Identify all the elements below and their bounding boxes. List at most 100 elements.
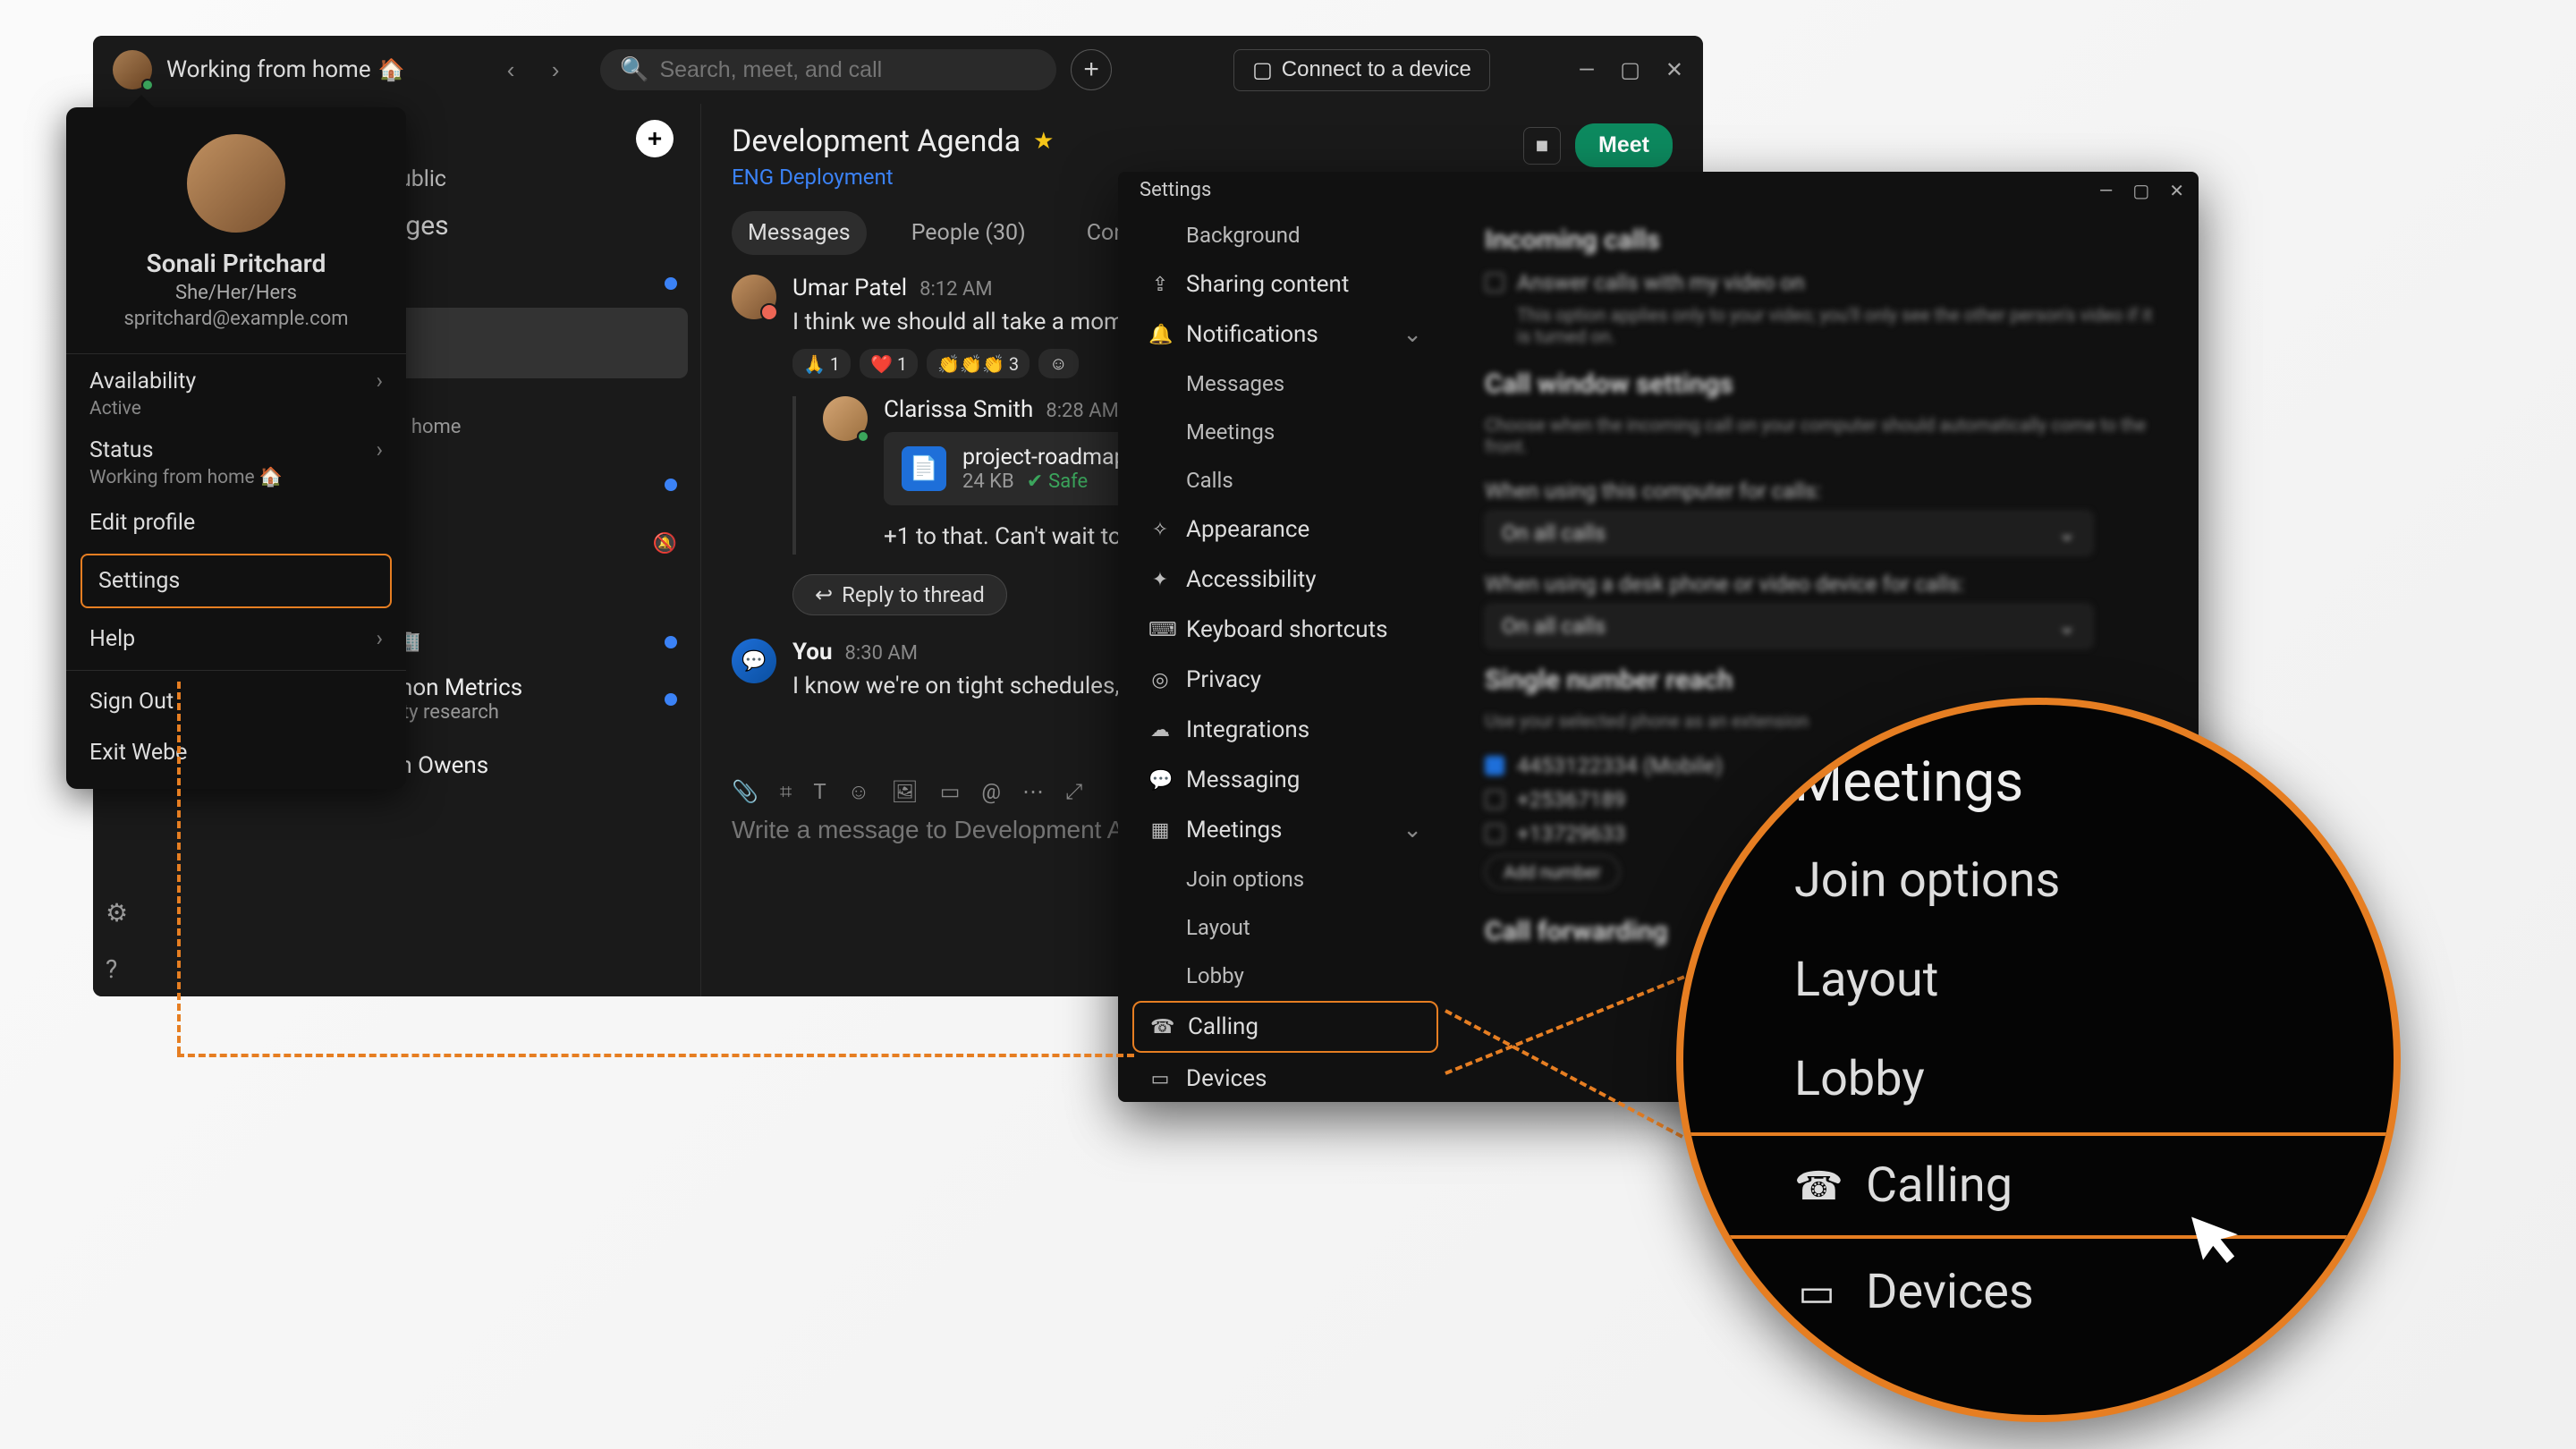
settings-nav-notif-calls[interactable]: Calls: [1132, 457, 1438, 504]
help-icon[interactable]: ?: [106, 954, 128, 984]
settings-nav-notif-messages[interactable]: Messages: [1132, 360, 1438, 407]
sign-out-item[interactable]: Sign Out: [66, 676, 406, 727]
star-icon[interactable]: ★: [1033, 128, 1054, 155]
reaction[interactable]: ❤️ 1: [860, 349, 918, 378]
settings-nav-appearance[interactable]: ✧Appearance: [1132, 505, 1438, 554]
settings-nav-integrations[interactable]: ☁Integrations: [1132, 706, 1438, 754]
add-reaction-button[interactable]: ☺: [1038, 349, 1078, 378]
file-icon: 📄: [902, 446, 946, 491]
stop-button[interactable]: ◼: [1523, 127, 1561, 165]
keyboard-icon: ⌨: [1148, 619, 1172, 641]
maximize-button[interactable]: ▢: [1620, 57, 1640, 82]
checkbox[interactable]: [1485, 824, 1504, 843]
unread-indicator: [665, 277, 677, 290]
zoom-item-layout[interactable]: Layout: [1737, 930, 2313, 1030]
settings-item[interactable]: Settings: [80, 554, 392, 608]
zoom-callout: Meetings Join options Layout Lobby ☎ Cal…: [1676, 698, 2401, 1422]
settings-nav-sharing[interactable]: ⇪Sharing content: [1132, 260, 1438, 309]
meetings-icon: ▦: [1148, 819, 1172, 842]
chevron-down-icon: ⌄: [1402, 321, 1422, 348]
gear-icon[interactable]: ⚙: [106, 898, 128, 928]
add-number-button[interactable]: Add number: [1485, 855, 1620, 889]
profile-avatar[interactable]: [187, 134, 285, 233]
share-icon: ⇪: [1148, 274, 1172, 296]
forward-button[interactable]: ›: [538, 52, 573, 88]
zoom-item-calling[interactable]: ☎ Calling: [1683, 1132, 2394, 1239]
privacy-icon: ◎: [1148, 669, 1172, 691]
settings-nav-messaging[interactable]: 💬Messaging: [1132, 756, 1438, 804]
reaction[interactable]: 🙏 1: [792, 349, 851, 378]
message-time: 8:28 AM: [1046, 400, 1118, 422]
settings-nav-devices[interactable]: ▭Devices: [1132, 1055, 1438, 1096]
settings-nav-keyboard[interactable]: ⌨Keyboard shortcuts: [1132, 606, 1438, 654]
message-avatar[interactable]: [732, 639, 776, 683]
settings-nav-background[interactable]: Background: [1132, 212, 1438, 258]
availability-item[interactable]: Availability› Active: [66, 360, 406, 428]
zoom-item-join-options[interactable]: Join options: [1737, 831, 2313, 930]
search-input[interactable]: [659, 57, 1037, 83]
unread-indicator: [665, 636, 677, 648]
attach-icon[interactable]: 📎: [732, 779, 758, 805]
connect-device-button[interactable]: ▢ Connect to a device: [1233, 49, 1490, 91]
settings-nav-privacy[interactable]: ◎Privacy: [1132, 656, 1438, 704]
chat-tab-messages[interactable]: Messages: [732, 211, 867, 255]
reaction[interactable]: 👏👏👏 3: [927, 349, 1030, 378]
status-item[interactable]: Status› Working from home 🏠: [66, 428, 406, 497]
cast-icon: ▢: [1252, 57, 1273, 83]
avatar[interactable]: [113, 50, 152, 89]
minimize-button[interactable]: —: [2099, 180, 2114, 201]
settings-nav-notif-meetings[interactable]: Meetings: [1132, 409, 1438, 455]
settings-nav-meetings[interactable]: ▦Meetings⌄: [1132, 806, 1438, 854]
emoji-icon[interactable]: ☺: [848, 779, 870, 805]
help-item[interactable]: Help›: [66, 614, 406, 665]
screenshot-icon[interactable]: ⌗: [780, 779, 792, 805]
settings-nav-lobby[interactable]: Lobby: [1132, 953, 1438, 999]
message-author: Umar Patel: [792, 275, 907, 301]
settings-nav-calling[interactable]: ☎Calling: [1132, 1001, 1438, 1053]
settings-nav-join-options[interactable]: Join options: [1132, 856, 1438, 902]
label: When using this computer for calls:: [1485, 479, 2166, 504]
close-button[interactable]: ✕: [2169, 180, 2184, 201]
settings-nav: Background ⇪Sharing content 🔔Notificatio…: [1118, 201, 1453, 1096]
mention-icon[interactable]: @: [981, 779, 1001, 805]
close-button[interactable]: ✕: [1665, 57, 1683, 82]
settings-nav-accessibility[interactable]: ✦Accessibility: [1132, 555, 1438, 604]
new-space-button[interactable]: +: [636, 120, 674, 157]
edit-profile-item[interactable]: Edit profile: [66, 497, 406, 548]
section-heading: Call window settings: [1485, 369, 2166, 400]
search-field[interactable]: 🔍: [600, 49, 1056, 90]
house-icon: 🏠: [378, 57, 405, 82]
checkbox[interactable]: [1485, 756, 1504, 775]
profile-name: Sonali Pritchard: [147, 249, 326, 278]
chat-tab-people[interactable]: People (30): [895, 211, 1042, 255]
bell-icon: 🔔: [1148, 324, 1172, 346]
exit-item[interactable]: Exit Webe: [66, 727, 406, 778]
add-button[interactable]: +: [1071, 49, 1112, 90]
bitmoji-icon[interactable]: ▭: [940, 779, 961, 805]
reply-thread-button[interactable]: ↩ Reply to thread: [792, 574, 1007, 615]
more-icon[interactable]: ⋯: [1022, 779, 1044, 805]
zoom-item-lobby[interactable]: Lobby: [1737, 1030, 2313, 1129]
message-avatar[interactable]: [823, 396, 868, 441]
message-avatar[interactable]: [732, 275, 776, 319]
label: When using a desk phone or video device …: [1485, 572, 2166, 597]
status-text: Working from home 🏠: [166, 56, 405, 83]
expand-icon[interactable]: ⤢: [1065, 779, 1082, 805]
settings-nav-layout[interactable]: Layout: [1132, 904, 1438, 951]
file-size: 24 KB: [962, 470, 1014, 493]
back-button[interactable]: ‹: [493, 52, 529, 88]
checkbox[interactable]: [1485, 273, 1504, 292]
select[interactable]: On all calls⌄: [1485, 604, 2093, 648]
gif-icon[interactable]: 🖼: [891, 779, 918, 805]
chat-subtitle-link[interactable]: ENG Deployment: [732, 165, 1054, 190]
settings-nav-notifications[interactable]: 🔔Notifications⌄: [1132, 310, 1438, 359]
meet-button[interactable]: Meet: [1575, 123, 1673, 167]
maximize-button[interactable]: ▢: [2132, 180, 2149, 201]
unread-indicator: [665, 479, 677, 491]
format-icon[interactable]: T: [813, 779, 826, 805]
minimize-button[interactable]: —: [1578, 57, 1595, 82]
checkbox[interactable]: [1485, 790, 1504, 809]
search-icon: 🔍: [620, 56, 648, 83]
select[interactable]: On all calls⌄: [1485, 511, 2093, 555]
zoom-section-heading: Meetings: [1794, 750, 2313, 815]
